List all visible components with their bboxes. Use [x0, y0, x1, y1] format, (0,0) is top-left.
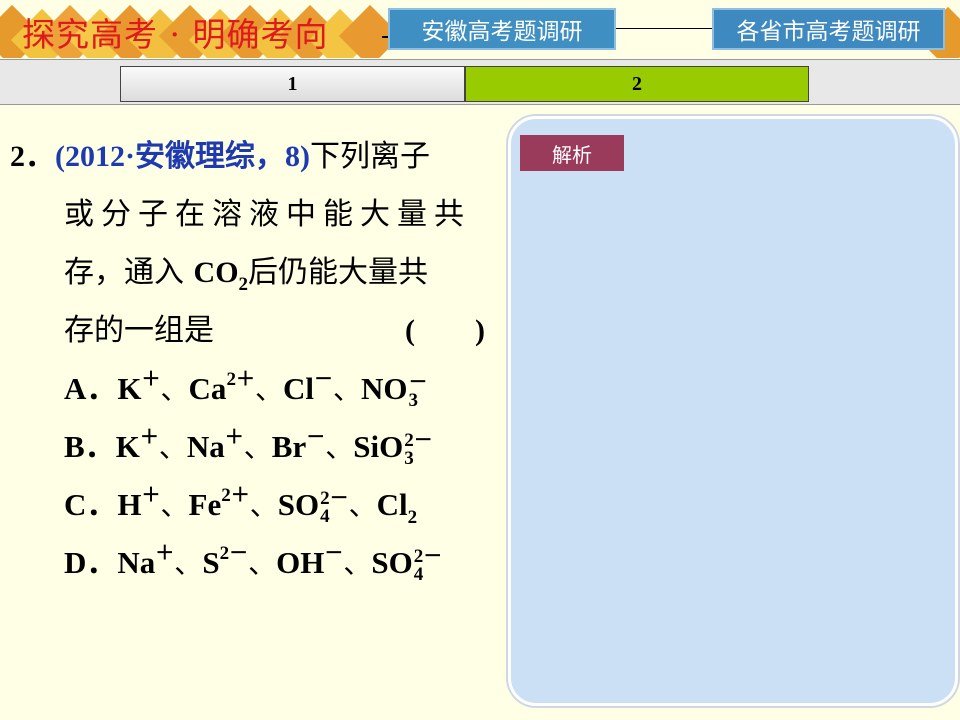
ion-base: Na: [117, 545, 156, 580]
analysis-button[interactable]: 解析: [520, 135, 624, 171]
ion-charge: ＋: [141, 369, 161, 390]
ion-base: S: [202, 545, 220, 580]
ion-base: Ca: [188, 371, 227, 406]
header-bar: 探究高考 · 明确考向 安徽高考题调研 各省市高考题调研: [0, 0, 960, 58]
ion-formula: SiO 2－ 3: [353, 417, 432, 476]
ion-charge: ＋: [141, 485, 161, 506]
co2-subscript: 2: [238, 274, 249, 295]
ion-formula: Cl－: [283, 359, 333, 423]
ion-formula: K＋: [117, 359, 160, 423]
ion-charge-stack: 2－ 3: [404, 431, 433, 469]
ion-base: Cl: [282, 371, 314, 406]
ion-base: Br: [271, 429, 307, 464]
co2-base: CO: [193, 256, 239, 289]
anhui-exam-button[interactable]: 安徽高考题调研: [388, 8, 616, 50]
question-text: 存，通入: [64, 255, 184, 290]
ion-formula: SO 2－ 4: [371, 533, 442, 592]
analysis-panel: [508, 116, 958, 706]
ion-subscript: 4: [413, 563, 424, 585]
ion-charge: ＋: [155, 543, 175, 564]
page-title: 探究高考 · 明确考向: [22, 15, 329, 54]
ion-charge-stack: － 3: [408, 373, 428, 411]
ion-formula: Cl2: [377, 475, 418, 539]
tab-1[interactable]: 1: [120, 66, 465, 102]
question-line-4: 存的一组是 ( ): [10, 301, 505, 359]
question-source: (2012·安徽理综，8): [55, 140, 310, 173]
ion-subscript: 2: [407, 507, 418, 528]
ion-subscript: 3: [408, 389, 419, 411]
question-text: 后仍能大量共: [248, 255, 429, 290]
ion-base: H: [117, 487, 142, 522]
ion-charge: －: [313, 369, 333, 390]
separator: 、: [249, 489, 278, 522]
separator: 、: [248, 547, 277, 580]
option-d[interactable]: D．Na＋、S2－、OH－、SO 2－ 4: [10, 533, 505, 591]
separator: 、: [332, 373, 361, 406]
ion-formula: OH－: [276, 533, 343, 597]
separator: 、: [160, 489, 189, 522]
separator: 、: [325, 431, 354, 464]
answer-blank: ( ): [405, 314, 485, 347]
ion-formula: Na＋: [117, 533, 174, 597]
question-block: 2．(2012·安徽理综，8)下列离子 或分子在溶液中能大量共 存，通入 CO2…: [10, 127, 505, 591]
ion-formula: H＋: [117, 475, 160, 539]
ion-base: OH: [276, 545, 325, 580]
ion-charge: ＋: [224, 427, 244, 448]
ion-charge: 2－: [219, 543, 249, 564]
ion-formula: K＋: [116, 417, 159, 481]
ion-formula: Na＋: [187, 417, 244, 481]
ion-base: SO: [277, 487, 320, 522]
ion-charge: 2＋: [226, 369, 255, 390]
option-a[interactable]: A．K＋、Ca2＋、Cl－、NO － 3: [10, 359, 505, 417]
ion-base: Na: [186, 429, 225, 464]
ion-formula: Ca2＋: [189, 359, 255, 423]
option-b[interactable]: B．K＋、Na＋、Br－、SiO 2－ 3: [10, 417, 505, 475]
option-label: B．: [64, 429, 116, 464]
ion-charge: 2＋: [221, 485, 250, 506]
ion-subscript: 3: [404, 447, 414, 469]
ion-formula: S2－: [202, 533, 248, 597]
option-c[interactable]: C．H＋、Fe2＋、SO 2－ 4 、Cl2: [10, 475, 505, 533]
question-line-2: 或分子在溶液中能大量共: [10, 185, 505, 243]
co2-formula: CO2: [193, 256, 249, 295]
tab-2[interactable]: 2: [465, 66, 809, 102]
provinces-exam-button[interactable]: 各省市高考题调研: [712, 8, 945, 50]
question-text: 或分子在溶液中能大量共: [64, 197, 471, 232]
separator: 、: [160, 373, 189, 406]
question-line-3: 存，通入 CO2后仍能大量共: [10, 243, 505, 301]
option-label: A．: [64, 371, 118, 406]
question-line-1: 2．(2012·安徽理综，8)下列离子: [10, 127, 505, 185]
question-text: 下列离子: [310, 139, 430, 174]
separator: 、: [254, 373, 283, 406]
option-label: C．: [64, 487, 118, 522]
ion-base: SiO: [353, 429, 404, 464]
ion-base: Cl: [376, 487, 408, 522]
ion-charge: －: [324, 543, 344, 564]
question-number: 2．: [10, 140, 55, 173]
ion-charge-stack: 2－ 4: [320, 489, 349, 527]
separator: 、: [174, 547, 203, 580]
option-label: D．: [64, 545, 118, 580]
ion-charge: －: [306, 427, 326, 448]
ion-formula: NO － 3: [361, 359, 428, 418]
separator: 、: [343, 547, 372, 580]
ion-formula: Br－: [272, 417, 325, 481]
ion-base: SO: [371, 545, 413, 580]
header-divider: [616, 28, 712, 29]
ion-formula: SO 2－ 4: [278, 475, 349, 534]
ion-base: Fe: [188, 487, 222, 522]
question-text: 存的一组是: [64, 313, 214, 348]
ion-charge: ＋: [139, 427, 159, 448]
ion-base: NO: [361, 371, 408, 406]
separator: 、: [348, 489, 377, 522]
separator: 、: [158, 431, 187, 464]
ion-charge-stack: 2－ 4: [413, 547, 443, 585]
ion-subscript: 4: [320, 505, 330, 527]
ion-base: K: [115, 429, 140, 464]
ion-formula: Fe2＋: [189, 475, 250, 539]
separator: 、: [243, 431, 272, 464]
ion-base: K: [117, 371, 142, 406]
